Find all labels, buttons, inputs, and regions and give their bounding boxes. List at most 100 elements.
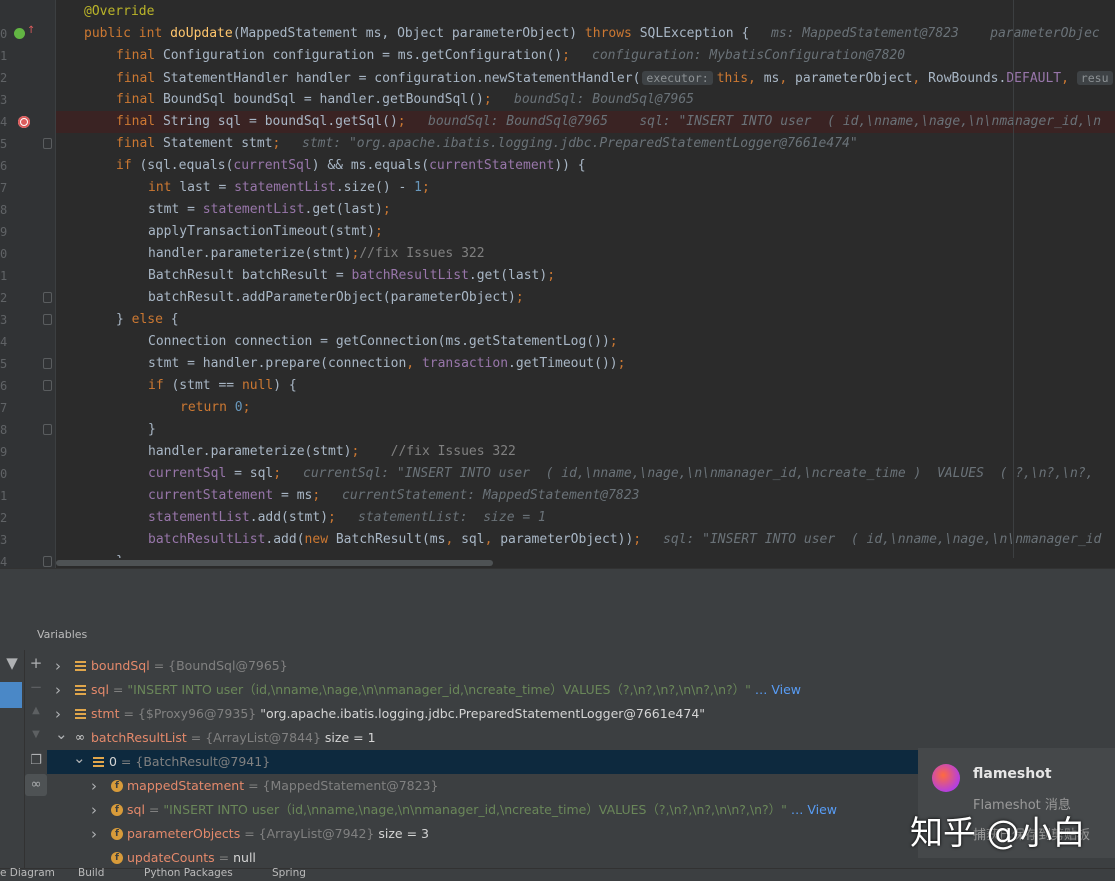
variable-row[interactable]: › boundSql = {BoundSql@7965}: [47, 654, 1115, 678]
code-line[interactable]: if (sql.equals(currentSql) && ms.equals(…: [56, 155, 1115, 177]
code-line[interactable]: stmt = statementList.get(last);: [56, 199, 1115, 221]
tab-build[interactable]: Build: [78, 867, 104, 879]
filter-icon[interactable]: ▼: [1, 652, 23, 674]
code-editor[interactable]: 0 ↑ 1 2 3 4 5 6 7 8 9 0 1 2 3 4 5 6 7 8 9 0 1 2 3 4 @Override publ…: [0, 0, 1115, 568]
view-link[interactable]: … View: [787, 802, 837, 817]
gutter-line[interactable]: [0, 1, 56, 23]
gutter-line[interactable]: 1: [0, 485, 56, 507]
fold-marker-icon[interactable]: [43, 556, 52, 567]
move-up-icon[interactable]: ▲: [25, 700, 47, 722]
code-line[interactable]: final String sql = boundSql.getSql(); bou…: [56, 111, 1115, 133]
gutter-line[interactable]: 8: [0, 199, 56, 221]
move-down-icon[interactable]: ▼: [25, 724, 47, 746]
code-line[interactable]: currentSql = sql; currentSql: "INSERT INT…: [56, 463, 1115, 485]
copy-icon[interactable]: ❐: [25, 750, 47, 772]
code-line[interactable]: int last = statementList.size() - 1;: [56, 177, 1115, 199]
horizontal-scrollbar[interactable]: [56, 558, 1115, 568]
gutter-line[interactable]: 0: [0, 463, 56, 485]
gutter-line[interactable]: 5: [0, 353, 56, 375]
gutter-line[interactable]: 4: [0, 551, 56, 568]
editor-gutter[interactable]: 0 ↑ 1 2 3 4 5 6 7 8 9 0 1 2 3 4 5 6 7 8 9 0 1 2 3 4: [0, 0, 56, 568]
code-token: new: [304, 532, 336, 547]
code-line[interactable]: batchResult.addParameterObject(parameter…: [56, 287, 1115, 309]
fold-marker-icon[interactable]: [43, 292, 52, 303]
code-line[interactable]: handler.parameterize(stmt); //fix Issues…: [56, 441, 1115, 463]
gutter-line[interactable]: 0: [0, 243, 56, 265]
gutter-line[interactable]: 2: [0, 67, 56, 89]
code-line[interactable]: statementList.add(stmt); statementList: s…: [56, 507, 1115, 529]
code-token: ;: [328, 510, 336, 525]
code-line[interactable]: currentStatement = ms; currentStatement: …: [56, 485, 1115, 507]
chevron-right-icon[interactable]: ›: [55, 654, 61, 678]
gutter-line[interactable]: 9: [0, 221, 56, 243]
chevron-right-icon[interactable]: ›: [91, 822, 97, 846]
add-watch-icon[interactable]: +: [25, 652, 47, 674]
code-line[interactable]: return 0;: [56, 397, 1115, 419]
tab-diagram[interactable]: e Diagram: [0, 867, 55, 879]
gutter-line[interactable]: 4: [0, 331, 56, 353]
code-token: else: [131, 312, 171, 327]
gutter-line[interactable]: 0 ↑: [0, 23, 56, 45]
fold-marker-icon[interactable]: [43, 358, 52, 369]
code-token: currentStatement: [429, 158, 555, 173]
code-line[interactable]: } else {: [56, 309, 1115, 331]
gutter-line[interactable]: 7: [0, 397, 56, 419]
fold-marker-icon[interactable]: [43, 380, 52, 391]
fold-marker-icon[interactable]: [43, 424, 52, 435]
variable-row[interactable]: › sql = "INSERT INTO user（id,\nname,\nage…: [47, 678, 1115, 702]
chevron-right-icon[interactable]: ›: [91, 798, 97, 822]
inline-value-hint: ms: MappedStatement@7823 parameterObjec: [771, 26, 1100, 41]
code-token: if: [116, 158, 140, 173]
code-line[interactable]: public int doUpdate(MappedStatement ms, …: [56, 23, 1115, 45]
gutter-line[interactable]: 6: [0, 375, 56, 397]
gutter-line[interactable]: 9: [0, 441, 56, 463]
code-line[interactable]: final Statement stmt; stmt: "org.apache.i…: [56, 133, 1115, 155]
code-line[interactable]: batchResultList.add(new BatchResult(ms, …: [56, 529, 1115, 551]
tab-python-packages[interactable]: Python Packages: [144, 867, 233, 879]
code-line[interactable]: Connection connection = getConnection(ms…: [56, 331, 1115, 353]
code-token: (stmt ==: [171, 378, 242, 393]
gutter-line[interactable]: 4: [0, 111, 56, 133]
gutter-line[interactable]: 3: [0, 309, 56, 331]
gutter-line[interactable]: 2: [0, 287, 56, 309]
gutter-line[interactable]: 1: [0, 265, 56, 287]
code-line[interactable]: @Override: [56, 1, 1115, 23]
remove-watch-icon[interactable]: −: [25, 676, 47, 698]
gutter-line[interactable]: 2: [0, 507, 56, 529]
code-line[interactable]: stmt = handler.prepare(connection, trans…: [56, 353, 1115, 375]
gutter-line[interactable]: 1: [0, 45, 56, 67]
gutter-line[interactable]: 5: [0, 133, 56, 155]
panel-divider[interactable]: [0, 568, 1115, 620]
variable-row[interactable]: ⌄ ∞ batchResultList = {ArrayList@7844} siz…: [47, 725, 1115, 750]
view-link[interactable]: … View: [751, 682, 801, 697]
fold-marker-icon[interactable]: [43, 138, 52, 149]
chevron-right-icon[interactable]: ›: [55, 678, 61, 702]
code-token: handler.parameterize(stmt): [148, 246, 352, 261]
code-token: batchResultList: [351, 268, 469, 283]
scrollbar-thumb[interactable]: [56, 560, 493, 566]
tab-spring[interactable]: Spring: [272, 867, 306, 879]
gutter-line[interactable]: 3: [0, 529, 56, 551]
code-token: }: [116, 312, 132, 327]
breakpoint-icon[interactable]: [18, 116, 30, 128]
gutter-line[interactable]: 7: [0, 177, 56, 199]
code-line[interactable]: final StatementHandler handler = configu…: [56, 67, 1115, 89]
code-token: ,: [445, 532, 462, 547]
chevron-right-icon[interactable]: ›: [91, 774, 97, 798]
variable-row[interactable]: › stmt = {$Proxy96@7935} "org.apache.ibat…: [47, 702, 1115, 726]
code-line[interactable]: if (stmt == null) {: [56, 375, 1115, 397]
override-icon[interactable]: [14, 28, 25, 39]
code-line[interactable]: final BoundSql boundSql = handler.getBou…: [56, 89, 1115, 111]
code-line[interactable]: BatchResult batchResult = batchResultLis…: [56, 265, 1115, 287]
chevron-down-icon[interactable]: ⌄: [73, 746, 86, 770]
gutter-line[interactable]: 8: [0, 419, 56, 441]
code-line[interactable]: applyTransactionTimeout(stmt);: [56, 221, 1115, 243]
gutter-line[interactable]: 6: [0, 155, 56, 177]
code-line[interactable]: }: [56, 419, 1115, 441]
gutter-line[interactable]: 3: [0, 89, 56, 111]
show-watches-icon[interactable]: ∞: [25, 774, 47, 796]
code-line[interactable]: handler.parameterize(stmt);//fix Issues …: [56, 243, 1115, 265]
fold-marker-icon[interactable]: [43, 314, 52, 325]
chevron-down-icon[interactable]: ⌄: [55, 722, 68, 746]
code-line[interactable]: final Configuration configuration = ms.g…: [56, 45, 1115, 67]
